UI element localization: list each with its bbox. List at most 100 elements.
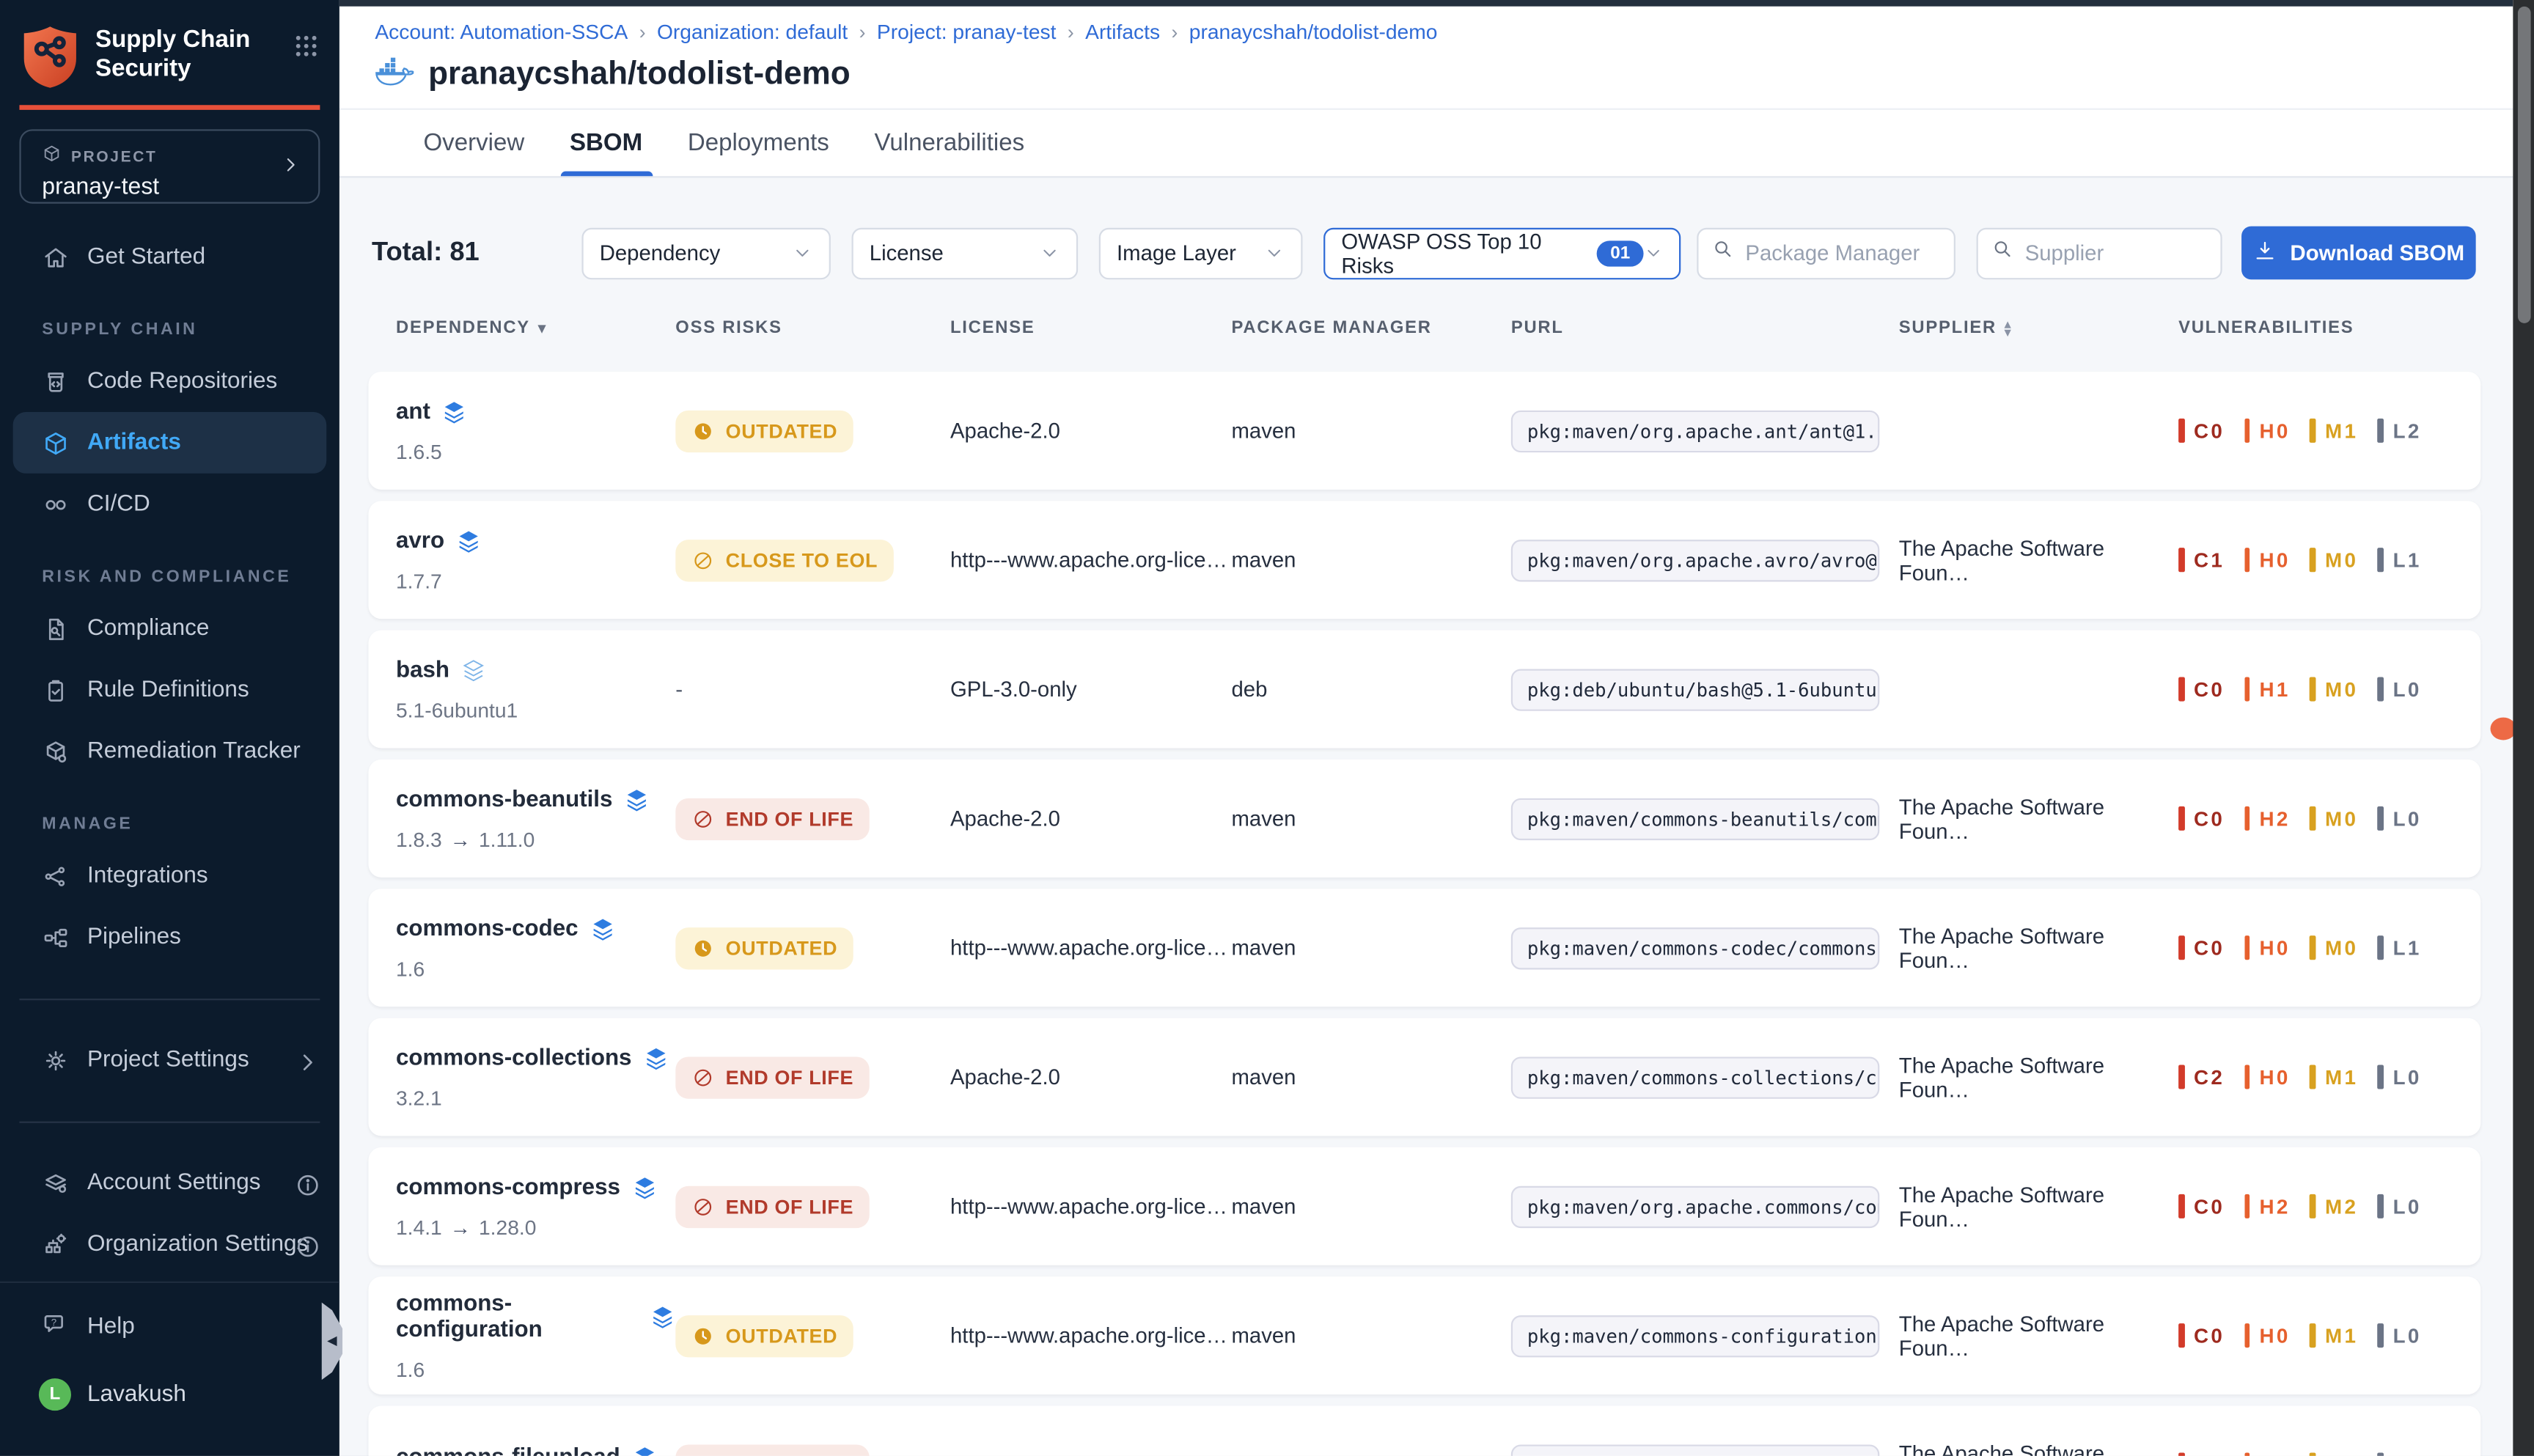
purl-chip[interactable]: pkg:maven/org.apache.commons/com… — [1511, 1185, 1880, 1227]
dependency-name[interactable]: commons-compress — [396, 1174, 620, 1199]
column-header-purl[interactable]: PURL — [1511, 318, 1899, 337]
table-row[interactable]: commons-codec1.6OUTDATEDhttp---www.apach… — [369, 889, 2481, 1007]
sidebar-item-organization-settings[interactable]: Organization Settings — [0, 1213, 339, 1275]
dependency-name[interactable]: commons-configuration — [396, 1290, 639, 1342]
vuln-count-critical[interactable]: C0 — [2178, 1323, 2225, 1347]
column-header-package-manager[interactable]: PACKAGE MANAGER — [1232, 318, 1511, 337]
sidebar-item-ci-cd[interactable]: CI/CD — [0, 474, 339, 535]
sidebar-item-rule-definitions[interactable]: Rule Definitions — [0, 659, 339, 721]
vuln-count-medium[interactable]: M1 — [2310, 419, 2358, 443]
vuln-count-high[interactable]: H1 — [2244, 677, 2291, 702]
vuln-count-medium[interactable]: M0 — [2310, 548, 2358, 572]
vuln-count-low[interactable]: L0 — [2378, 677, 2422, 702]
vuln-count-high[interactable]: H0 — [2244, 548, 2291, 572]
vuln-count-medium[interactable]: M1 — [2310, 1323, 2358, 1347]
dependency-name[interactable]: ant — [396, 398, 430, 424]
sidebar-item-artifacts[interactable]: Artifacts — [13, 412, 327, 474]
image-layer-filter-dropdown[interactable]: Image Layer — [1099, 227, 1303, 279]
purl-chip[interactable]: pkg:deb/ubuntu/bash@5.1-6ubuntu1 — [1511, 668, 1880, 710]
vuln-count-critical[interactable]: C1 — [2178, 1452, 2225, 1455]
vuln-count-high[interactable]: H0 — [2244, 419, 2291, 443]
sidebar-item-pipelines[interactable]: Pipelines — [0, 906, 339, 968]
column-header-supplier[interactable]: SUPPLIER▴▾ — [1899, 318, 2178, 337]
vuln-count-high[interactable]: H0 — [2244, 935, 2291, 960]
dependency-name[interactable]: commons-fileupload — [396, 1444, 620, 1455]
vuln-count-medium[interactable]: M1 — [2310, 1065, 2358, 1089]
vuln-count-critical[interactable]: C2 — [2178, 1065, 2225, 1089]
scrollbar-track[interactable] — [2513, 0, 2534, 1456]
column-header-oss-risks[interactable]: OSS RISKS — [675, 318, 950, 337]
dependency-name[interactable]: commons-collections — [396, 1045, 631, 1070]
tab-vulnerabilities[interactable]: Vulnerabilities — [875, 110, 1025, 176]
purl-chip[interactable]: pkg:maven/org.apache.ant/ant@1.6… — [1511, 410, 1880, 452]
dependency-name[interactable]: commons-beanutils — [396, 786, 612, 812]
vuln-count-medium[interactable]: M0 — [2310, 677, 2358, 702]
sidebar-item-code-repositories[interactable]: Code Repositories — [0, 350, 339, 412]
dependency-filter-dropdown[interactable]: Dependency — [581, 227, 830, 279]
license-filter-dropdown[interactable]: License — [852, 227, 1079, 279]
vuln-count-low[interactable]: L1 — [2378, 935, 2422, 960]
supplier-search-input[interactable] — [2013, 240, 2207, 265]
vuln-count-high[interactable]: H0 — [2244, 1065, 2291, 1089]
vuln-count-medium[interactable]: M0 — [2310, 806, 2358, 831]
sidebar-item-compliance[interactable]: Compliance — [0, 598, 339, 660]
breadcrumb-link[interactable]: Artifacts — [1085, 19, 1160, 43]
tab-sbom[interactable]: SBOM — [570, 110, 642, 176]
scrollbar-thumb[interactable] — [2517, 7, 2530, 323]
breadcrumb-link[interactable]: Organization: default — [657, 19, 848, 43]
dependency-name[interactable]: commons-codec — [396, 916, 579, 941]
vuln-count-medium[interactable]: M0 — [2310, 1452, 2358, 1455]
sidebar-item-get-started[interactable]: Get Started — [0, 227, 339, 288]
purl-chip[interactable]: pkg:maven/commons-configuration/… — [1511, 1315, 1880, 1356]
table-row[interactable]: commons-collections3.2.1END OF LIFEApach… — [369, 1018, 2481, 1136]
vuln-count-medium[interactable]: M0 — [2310, 935, 2358, 960]
download-sbom-button[interactable]: Download SBOM — [2241, 227, 2476, 280]
breadcrumb-link[interactable]: Project: pranay-test — [877, 19, 1057, 43]
purl-chip[interactable]: pkg:maven/commons-codec/commons-… — [1511, 927, 1880, 968]
column-header-vulnerabilities[interactable]: VULNERABILITIES — [2178, 318, 2453, 337]
breadcrumb-link[interactable]: pranaycshah/todolist-demo — [1189, 19, 1438, 43]
purl-chip[interactable]: pkg:maven/org.apache.avro/avro@1… — [1511, 539, 1880, 581]
purl-chip[interactable]: pkg:maven/commons-fileupload/… — [1511, 1444, 1880, 1456]
vuln-count-critical[interactable]: C0 — [2178, 1194, 2225, 1218]
vuln-count-critical[interactable]: C1 — [2178, 548, 2225, 572]
purl-chip[interactable]: pkg:maven/commons-collections/co… — [1511, 1056, 1880, 1097]
dependency-name[interactable]: avro — [396, 528, 444, 554]
table-row[interactable]: avro1.7.7CLOSE TO EOLhttp---www.apache.o… — [369, 501, 2481, 619]
table-row[interactable]: commons-beanutils1.8.3→1.11.0END OF LIFE… — [369, 760, 2481, 878]
breadcrumb-link[interactable]: Account: Automation-SSCA — [375, 19, 628, 43]
sidebar-item-integrations[interactable]: Integrations — [0, 845, 339, 907]
project-selector[interactable]: PROJECT pranay-test — [19, 129, 320, 203]
vuln-count-medium[interactable]: M2 — [2310, 1194, 2358, 1218]
vuln-count-low[interactable]: L0 — [2378, 806, 2422, 831]
user-menu[interactable]: L Lavakush — [0, 1367, 339, 1422]
vuln-count-low[interactable]: L0 — [2378, 1323, 2422, 1347]
table-row[interactable]: ant1.6.5OUTDATEDApache-2.0mavenpkg:maven… — [369, 372, 2481, 490]
vuln-count-high[interactable]: H2 — [2244, 806, 2291, 831]
table-row[interactable]: commons-fileuploadEND OF LIFEApache-2.0m… — [369, 1406, 2481, 1456]
owasp-filter-dropdown[interactable]: OWASP OSS Top 10 Risks 01 — [1323, 227, 1681, 279]
vuln-count-high[interactable]: H0 — [2244, 1452, 2291, 1455]
table-row[interactable]: commons-configuration1.6OUTDATEDhttp---w… — [369, 1276, 2481, 1394]
vuln-count-critical[interactable]: C0 — [2178, 677, 2225, 702]
vuln-count-critical[interactable]: C0 — [2178, 935, 2225, 960]
vuln-count-high[interactable]: H0 — [2244, 1323, 2291, 1347]
column-header-dependency[interactable]: DEPENDENCY▾ — [396, 318, 675, 337]
vuln-count-high[interactable]: H2 — [2244, 1194, 2291, 1218]
column-header-license[interactable]: LICENSE — [950, 318, 1232, 337]
vuln-count-low[interactable]: L1 — [2378, 548, 2422, 572]
tab-overview[interactable]: Overview — [423, 110, 524, 176]
vuln-count-low[interactable]: L0 — [2378, 1065, 2422, 1089]
vuln-count-critical[interactable]: C0 — [2178, 806, 2225, 831]
table-row[interactable]: commons-compress1.4.1→1.28.0END OF LIFEh… — [369, 1147, 2481, 1265]
table-row[interactable]: bash5.1-6ubuntu1-GPL-3.0-onlydebpkg:deb/… — [369, 630, 2481, 749]
help-button[interactable]: ? Help — [0, 1299, 339, 1354]
vuln-count-low[interactable]: L0 — [2378, 1194, 2422, 1218]
tab-deployments[interactable]: Deployments — [688, 110, 829, 176]
dependency-name[interactable]: bash — [396, 657, 449, 683]
package-manager-search-input[interactable] — [1734, 240, 1941, 265]
sidebar-item-account-settings[interactable]: Account Settings — [0, 1152, 339, 1214]
grid-dots-icon[interactable] — [293, 32, 320, 59]
vuln-count-low[interactable]: L0 — [2378, 1452, 2422, 1455]
purl-chip[interactable]: pkg:maven/commons-beanutils/comm… — [1511, 798, 1880, 839]
